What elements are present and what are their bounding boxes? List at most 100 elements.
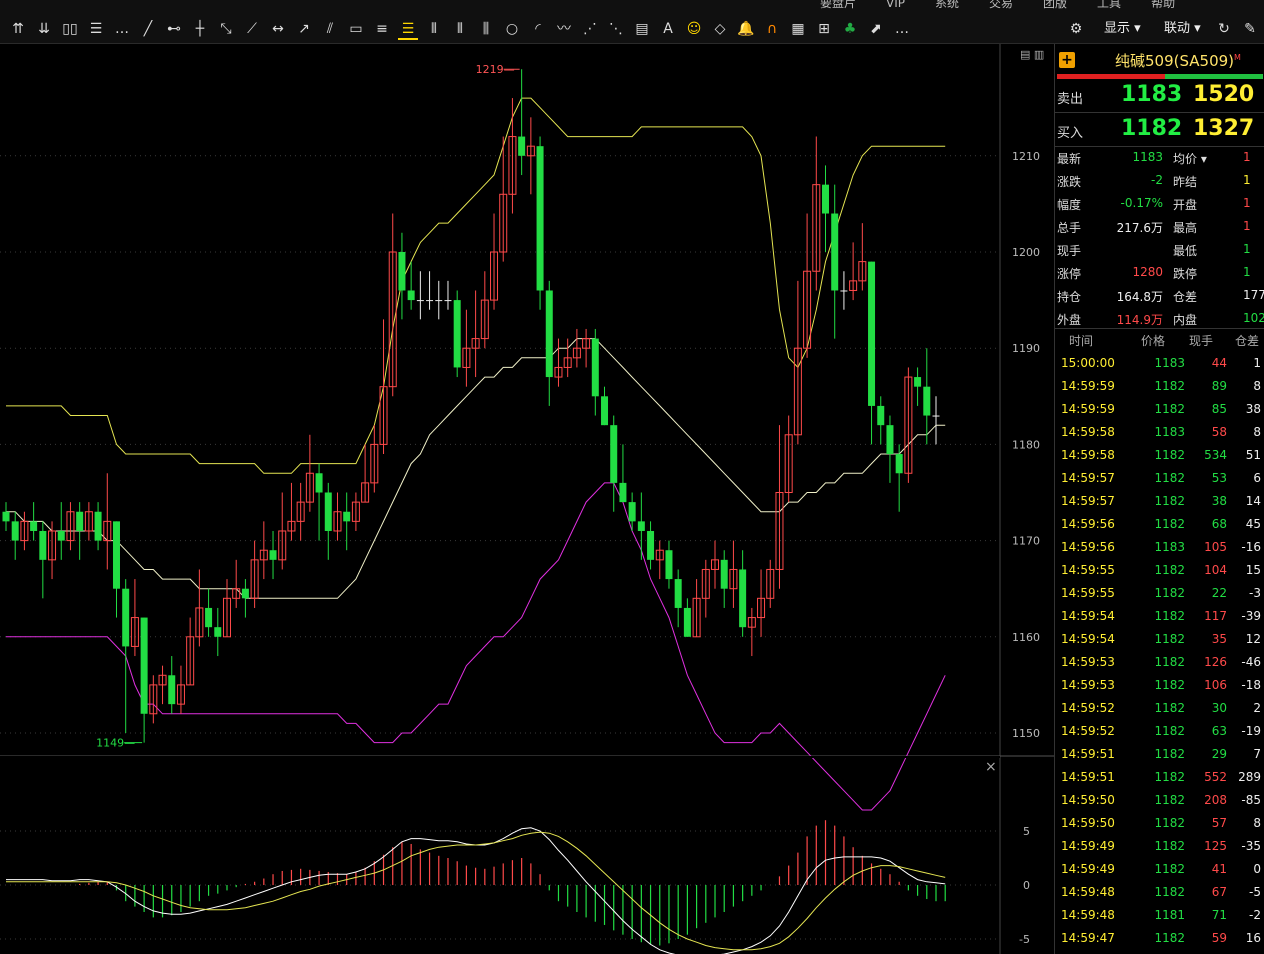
tick-time: 14:59:47	[1061, 931, 1115, 945]
fib-tool-icon[interactable]: ≡	[372, 18, 392, 40]
export-icon[interactable]: ⬈	[866, 18, 886, 40]
tick-time: 14:59:58	[1061, 425, 1115, 439]
segment-tool-icon[interactable]: ⟋	[242, 18, 262, 40]
menu-item[interactable]: 要盘片	[820, 0, 856, 10]
kline-chart[interactable]: 1210 1200 1190 1180 1170 1160 1150 5 0 -5 × ▤ ▥ 1219…	[0, 44, 1054, 954]
wave-tool-icon[interactable]: 〰	[554, 18, 574, 40]
calendar-icon[interactable]: ▦	[788, 18, 808, 40]
tick-time: 14:59:57	[1061, 471, 1115, 485]
hline-tool-icon[interactable]: ⊷	[164, 18, 184, 40]
stat-key: 涨停	[1057, 267, 1082, 281]
stat-value-2: 177	[1243, 288, 1264, 302]
fan-tool-icon[interactable]: ⋰	[580, 18, 600, 40]
top-menu-strip: 要盘片 VIP 系统 交易 团版 工具 帮助	[820, 0, 1205, 11]
more-icon-2[interactable]: …	[892, 18, 912, 40]
arrow-up-double-icon[interactable]: ⇈	[8, 18, 28, 40]
candle-body	[39, 530, 47, 560]
ray-tool-icon[interactable]: ⤡	[216, 18, 236, 40]
display-menu[interactable]: 显示 ▾	[1104, 18, 1141, 40]
stat-row: 最新 1183 均价 ▾ 1	[1055, 146, 1264, 169]
stat-key-2: 均价 ▾	[1173, 152, 1207, 166]
stat-value: 1280	[1132, 265, 1163, 279]
menu-item[interactable]: VIP	[886, 0, 905, 10]
tick-volume: 89	[1211, 379, 1227, 393]
line-tool-icon[interactable]: ╱	[138, 18, 158, 40]
tick-time: 14:59:56	[1061, 517, 1115, 531]
tick-oi: 7	[1253, 747, 1261, 761]
candle-body	[241, 588, 249, 599]
more-icon[interactable]: …	[112, 18, 132, 40]
vline-tool-icon[interactable]: ┼	[190, 18, 210, 40]
eraser-icon[interactable]: ◇	[710, 18, 730, 40]
tick-time: 15:00:00	[1061, 356, 1115, 370]
stat-key: 幅度	[1057, 198, 1082, 212]
price-tick-label: 1150	[1012, 727, 1040, 740]
close-icon[interactable]: ×	[985, 759, 997, 775]
text-tool-icon[interactable]: A	[658, 18, 678, 40]
buy-label: 买入	[1057, 126, 1084, 141]
gann-tool-icon[interactable]: ⫴	[424, 18, 444, 40]
arrow-line-icon[interactable]: ↔	[268, 18, 288, 40]
stat-key: 现手	[1057, 244, 1082, 258]
tick-time: 14:59:59	[1061, 402, 1115, 416]
candle-body	[923, 386, 931, 416]
tick-time: 14:59:58	[1061, 448, 1115, 462]
tick-oi: -16	[1241, 540, 1261, 554]
link-menu[interactable]: 联动 ▾	[1164, 18, 1201, 40]
pen-icon[interactable]: ✎	[1240, 18, 1260, 40]
kline-chart-area[interactable]: 1210 1200 1190 1180 1170 1160 1150 5 0 -5 × ▤ ▥ 1219…	[0, 44, 1054, 954]
parallel-tool-icon[interactable]: ⫽	[320, 18, 340, 40]
candle-body	[30, 521, 38, 531]
candle-body	[57, 530, 65, 541]
menu-item[interactable]: 团版	[1043, 0, 1067, 10]
grid-icon[interactable]: ⊞	[814, 18, 834, 40]
tick-oi: 12	[1245, 632, 1261, 646]
layout-icon[interactable]: ▤ ▥	[1020, 48, 1044, 61]
sell-ratio-bar	[1057, 74, 1165, 79]
fib-active-icon[interactable]: ☰	[398, 18, 418, 40]
tick-time: 14:59:50	[1061, 793, 1115, 807]
candle-body	[214, 627, 222, 637]
settings-icon[interactable]: ⚙	[1066, 18, 1086, 40]
tick-volume: 534	[1204, 448, 1227, 462]
refresh-icon[interactable]: ↻	[1214, 18, 1234, 40]
tick-price: 1182	[1154, 793, 1185, 807]
period-tool-icon[interactable]: ⫼	[476, 18, 496, 40]
tick-time: 14:59:52	[1061, 701, 1115, 715]
alarm-icon[interactable]: 🔔	[736, 18, 756, 40]
clover-icon[interactable]: ♣	[840, 18, 860, 40]
stat-key: 最新	[1057, 152, 1082, 166]
cycle-tool-icon[interactable]: ⦀	[450, 18, 470, 40]
menu-item[interactable]: 交易	[989, 0, 1013, 10]
smile-icon[interactable]: ☺	[684, 18, 704, 40]
menu-item[interactable]: 系统	[935, 0, 959, 10]
menu-item[interactable]: 工具	[1097, 0, 1121, 10]
menu-item[interactable]: 帮助	[1151, 0, 1175, 10]
tick-volume: 58	[1211, 425, 1227, 439]
price-tick-label: 1190	[1012, 342, 1040, 355]
add-icon[interactable]: +	[1059, 52, 1075, 68]
circle-tool-icon[interactable]: ○	[502, 18, 522, 40]
candle-body	[628, 502, 636, 522]
tick-price: 1182	[1154, 379, 1185, 393]
macd-dea-line	[6, 831, 946, 951]
tick-time: 14:59:51	[1061, 747, 1115, 761]
stat-value: 164.8万	[1116, 290, 1163, 304]
divider	[1055, 112, 1264, 113]
speed-line-icon[interactable]: ⋱	[606, 18, 626, 40]
candle-body	[665, 550, 673, 580]
tick-price: 1182	[1154, 586, 1185, 600]
tick-row: 14:59:59 1182 89 8	[1055, 375, 1264, 398]
magnet-icon[interactable]: ∩	[762, 18, 782, 40]
candle-body	[269, 550, 277, 560]
columns-icon[interactable]: ▯▯	[60, 18, 80, 40]
tick-row: 14:59:53 1182 126 -46	[1055, 651, 1264, 674]
ruler-icon[interactable]: ▤	[632, 18, 652, 40]
arrow-down-double-icon[interactable]: ⇊	[34, 18, 54, 40]
rect-tool-icon[interactable]: ▭	[346, 18, 366, 40]
arc-tool-icon[interactable]: ◜	[528, 18, 548, 40]
channel-tool-icon[interactable]: ↗	[294, 18, 314, 40]
rows-icon[interactable]: ☰	[86, 18, 106, 40]
tick-time: 14:59:55	[1061, 563, 1115, 577]
stat-row: 幅度 -0.17% 开盘 1	[1055, 192, 1264, 215]
